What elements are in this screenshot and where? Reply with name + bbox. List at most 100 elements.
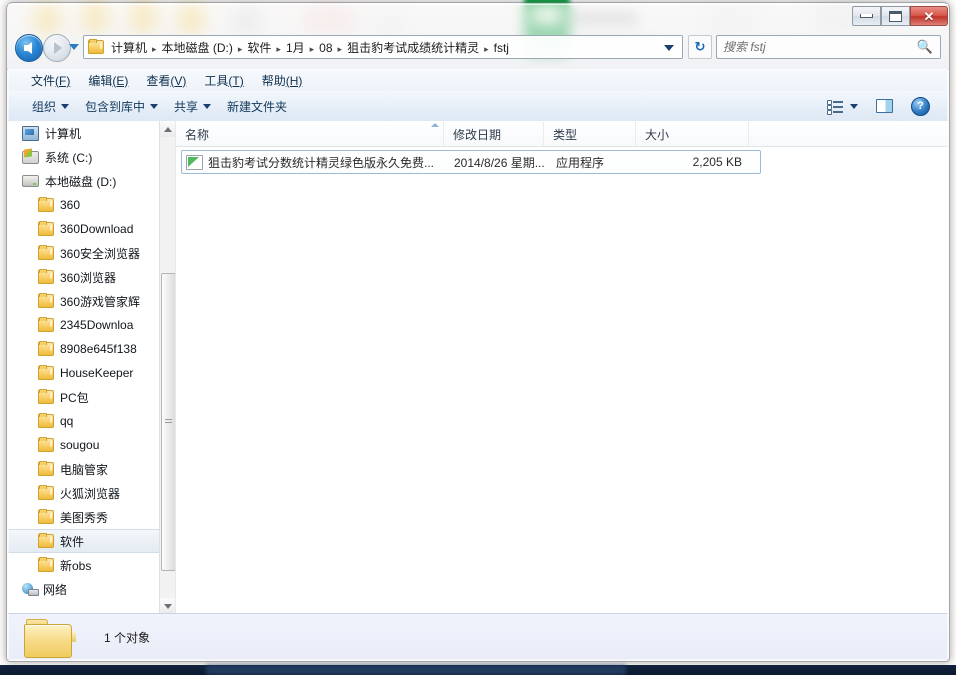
toolbar-button-0[interactable]: 组织	[24, 94, 77, 119]
status-bar: 1 个对象	[8, 613, 948, 660]
menu-item-4[interactable]: 帮助(H)	[253, 70, 312, 91]
nav-item-label: 新obs	[60, 558, 92, 573]
nav-item-10[interactable]: HouseKeeper	[8, 361, 160, 385]
file-date-cell: 2014/8/26 星期...	[454, 155, 545, 170]
nav-item-5[interactable]: 360安全浏览器	[8, 241, 160, 265]
nav-item-2[interactable]: 本地磁盘 (D:)	[8, 169, 160, 193]
address-bar[interactable]: 计算机 ▸ 本地磁盘 (D:) ▸ 软件 ▸ 1月 ▸ 08 ▸ 狙击豹考试成绩统计精灵 ▸ fstj	[83, 35, 683, 59]
breadcrumb-item-2[interactable]: 软件	[243, 40, 275, 56]
toolbar-button-label: 组织	[32, 99, 57, 114]
recent-pages-dropdown[interactable]	[69, 44, 79, 50]
table-row[interactable]: 狙击豹考试分数统计精灵绿色版永久免费... 2014/8/26 星期... 应用程序…	[181, 150, 761, 174]
toolbar-button-1[interactable]: 包含到库中	[77, 94, 166, 119]
nav-item-0[interactable]: 计算机	[8, 121, 160, 145]
minimize-button[interactable]	[852, 6, 881, 26]
maximize-button[interactable]	[881, 6, 910, 26]
nav-item-label: 360Download	[60, 222, 134, 236]
help-button[interactable]: ?	[903, 93, 938, 120]
computer-icon	[22, 125, 39, 141]
nav-item-12[interactable]: qq	[8, 409, 160, 433]
nav-item-14[interactable]: 电脑管家	[8, 457, 160, 481]
nav-item-13[interactable]: sougou	[8, 433, 160, 457]
breadcrumb-item-1[interactable]: 本地磁盘 (D:)	[158, 40, 237, 56]
column-header-type[interactable]: 类型	[544, 122, 636, 146]
toolbar-button-label: 包含到库中	[85, 99, 146, 114]
file-list-pane: 名称 修改日期 类型 大小 狙击豹考试分数统计精灵绿色版永久免费... 2014/…	[176, 121, 948, 614]
column-header-date[interactable]: 修改日期	[444, 122, 544, 146]
nav-item-8[interactable]: 2345Downloa	[8, 313, 160, 337]
breadcrumb-item-3[interactable]: 1月	[282, 40, 309, 56]
preview-pane-button[interactable]	[868, 95, 901, 117]
back-button[interactable]	[15, 34, 43, 62]
menu-item-1[interactable]: 编辑(E)	[79, 70, 137, 91]
folder-icon	[38, 437, 54, 452]
nav-item-3[interactable]: 360	[8, 193, 160, 217]
column-header-type-label: 类型	[553, 127, 578, 142]
toolbar-right-group: ?	[819, 91, 938, 121]
nav-item-9[interactable]: 8908e645f138	[8, 337, 160, 361]
triangle-up-icon	[163, 126, 172, 132]
toolbar-button-2[interactable]: 共享	[166, 94, 219, 119]
folder-icon	[38, 341, 54, 356]
breadcrumb-separator: ▸	[276, 43, 281, 54]
close-button[interactable]: ✕	[910, 6, 948, 26]
nav-item-17[interactable]: 软件	[8, 529, 160, 553]
breadcrumb-item-6[interactable]: fstj	[490, 40, 513, 56]
scroll-up-arrow[interactable]	[160, 121, 175, 137]
menu-item-mnemonic: (T)	[228, 73, 244, 88]
navpane-scrollbar[interactable]	[159, 121, 175, 614]
chevron-down-icon[interactable]	[664, 45, 674, 51]
change-view-button[interactable]	[819, 96, 866, 117]
menu-item-3[interactable]: 工具(T)	[195, 70, 252, 91]
column-headers: 名称 修改日期 类型 大小	[176, 121, 948, 147]
folder-icon	[38, 197, 54, 212]
nav-item-7[interactable]: 360游戏管家辉	[8, 289, 160, 313]
menu-item-2[interactable]: 查看(V)	[137, 70, 195, 91]
scroll-down-arrow[interactable]	[160, 598, 175, 614]
column-header-name[interactable]: 名称	[176, 122, 444, 146]
nav-item-1[interactable]: 系统 (C:)	[8, 145, 160, 169]
nav-item-label: 系统 (C:)	[45, 150, 93, 165]
folder-icon	[38, 317, 54, 332]
forward-button[interactable]	[43, 34, 71, 62]
nav-item-6[interactable]: 360浏览器	[8, 265, 160, 289]
breadcrumb-separator: ▸	[484, 43, 489, 54]
menu-item-label: 编辑	[88, 73, 113, 88]
column-header-date-label: 修改日期	[453, 127, 502, 142]
nav-item-18[interactable]: 新obs	[8, 553, 160, 577]
search-icon[interactable]: 🔍	[917, 39, 933, 55]
nav-item-15[interactable]: 火狐浏览器	[8, 481, 160, 505]
toolbar-button-3[interactable]: 新建文件夹	[219, 94, 295, 119]
column-header-name-label: 名称	[185, 127, 210, 142]
folder-icon	[38, 221, 54, 236]
refresh-icon: ↻	[694, 39, 706, 54]
view-options-icon	[827, 99, 843, 115]
breadcrumb-item-4[interactable]: 08	[315, 40, 336, 56]
menu-item-mnemonic: (H)	[285, 73, 303, 88]
chevron-down-icon	[150, 103, 159, 109]
nav-item-label: 本地磁盘 (D:)	[45, 174, 117, 189]
network-icon	[22, 582, 39, 596]
refresh-button[interactable]: ↻	[688, 35, 712, 59]
menu-item-label: 文件	[31, 73, 56, 88]
menu-item-0[interactable]: 文件(F)	[22, 70, 79, 91]
breadcrumb-item-5[interactable]: 狙击豹考试成绩统计精灵	[343, 40, 483, 56]
nav-item-4[interactable]: 360Download	[8, 217, 160, 241]
scrollbar-thumb[interactable]	[161, 273, 175, 571]
file-name-label: 狙击豹考试分数统计精灵绿色版永久免费...	[208, 155, 435, 170]
search-input[interactable]	[717, 40, 917, 54]
breadcrumb-item-0[interactable]: 计算机	[107, 40, 151, 56]
nav-item-label: 电脑管家	[60, 462, 109, 477]
nav-item-label: 360	[60, 198, 81, 212]
menu-item-mnemonic: (V)	[170, 73, 187, 88]
maximize-icon	[889, 10, 902, 22]
file-name-cell: 狙击豹考试分数统计精灵绿色版永久免费...	[182, 154, 450, 171]
search-box[interactable]: 🔍	[716, 35, 941, 59]
folder-icon	[38, 533, 54, 548]
nav-item-11[interactable]: PC包	[8, 385, 160, 409]
title-bar[interactable]: ✕	[7, 3, 949, 29]
nav-item-19[interactable]: 网络	[8, 577, 160, 601]
file-rows: 狙击豹考试分数统计精灵绿色版永久免费... 2014/8/26 星期... 应用程序…	[176, 146, 948, 614]
nav-item-16[interactable]: 美图秀秀	[8, 505, 160, 529]
column-header-size[interactable]: 大小	[636, 122, 749, 146]
